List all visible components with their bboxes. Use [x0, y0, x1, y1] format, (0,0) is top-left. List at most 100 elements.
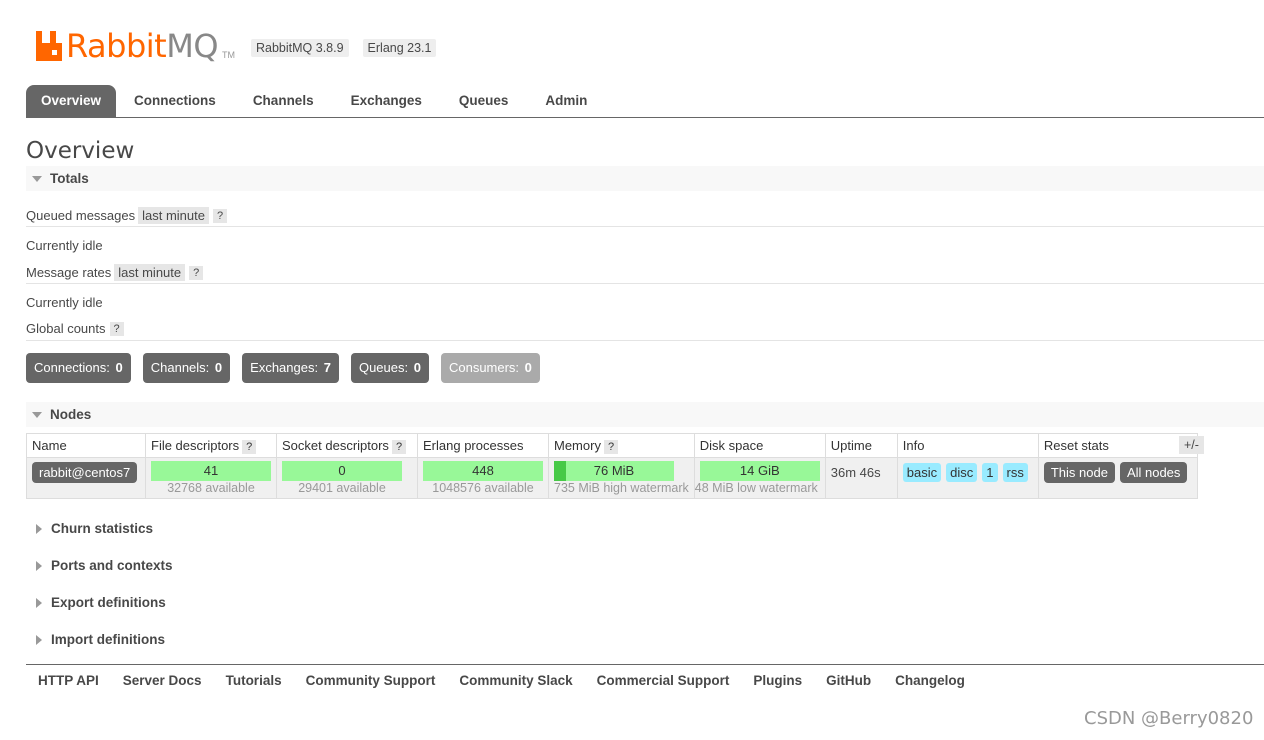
- expanded-triangle-icon: [32, 175, 42, 182]
- queued-range-selector[interactable]: last minute: [138, 207, 209, 224]
- column-header-reset-stats: Reset stats: [1037, 433, 1199, 458]
- footer-links: HTTP API Server Docs Tutorials Community…: [38, 673, 989, 688]
- footer-link-commercial-support[interactable]: Commercial Support: [597, 673, 730, 688]
- memory-help-button[interactable]: ?: [603, 440, 619, 454]
- reset-all-nodes-button[interactable]: All nodes: [1119, 462, 1188, 483]
- tab-admin[interactable]: Admin: [526, 85, 606, 117]
- footer-link-tutorials[interactable]: Tutorials: [226, 673, 282, 688]
- uptime-value: 36m 46s: [830, 465, 881, 480]
- logo-trademark: TM: [222, 50, 235, 60]
- disk-space-bar: 14 GiB: [699, 461, 820, 481]
- socket-descriptors-bar: 0: [282, 461, 402, 481]
- tab-overview[interactable]: Overview: [26, 85, 117, 117]
- memory-bar: 76 MiB: [554, 461, 674, 481]
- global-counts-label: Global counts: [26, 321, 106, 336]
- tab-channels[interactable]: Channels: [234, 85, 333, 117]
- footer-link-changelog[interactable]: Changelog: [895, 673, 965, 688]
- column-header-name: Name: [26, 433, 146, 458]
- socket-descriptors-cell: 0 29401 available: [276, 457, 418, 499]
- info-cell: basic disc 1 rss: [896, 457, 1039, 499]
- queued-status: Currently idle: [26, 238, 103, 253]
- node-name-link[interactable]: rabbit@centos7: [32, 462, 138, 483]
- info-tag-count: 1: [982, 463, 998, 482]
- tab-connections[interactable]: Connections: [115, 85, 235, 117]
- global-counts: Connections: 0 Channels: 0 Exchanges: 7 …: [26, 353, 552, 383]
- column-header-file-descriptors: File descriptors?: [145, 433, 277, 458]
- import-definitions-toggle[interactable]: Import definitions: [26, 632, 165, 647]
- disk-space-cell: 14 GiB 48 MiB low watermark: [693, 457, 826, 499]
- nodes-heading: Nodes: [50, 407, 92, 422]
- erlang-processes-cell: 448 1048576 available: [417, 457, 549, 499]
- logo-text: RabbitMQ: [66, 27, 218, 65]
- queued-messages-row: Queued messages last minute ?: [26, 207, 228, 224]
- consumers-count-button[interactable]: Consumers: 0: [440, 353, 540, 383]
- totals-section-toggle[interactable]: Totals: [26, 166, 1264, 191]
- collapsed-triangle-icon: [36, 597, 42, 608]
- rates-status: Currently idle: [26, 295, 103, 310]
- rabbitmq-version-badge: RabbitMQ 3.8.9: [251, 39, 349, 57]
- connections-count-button[interactable]: Connections: 0: [26, 353, 131, 383]
- file-descriptors-bar: 41: [151, 461, 271, 481]
- nodes-section-toggle[interactable]: Nodes: [26, 402, 1264, 427]
- collapsed-triangle-icon: [36, 523, 42, 534]
- footer-divider: [26, 664, 1264, 665]
- column-header-erlang-processes: Erlang processes: [417, 433, 549, 458]
- node-name-cell: rabbit@centos7: [26, 457, 146, 499]
- memory-high-watermark: 735 MiB high watermark: [554, 481, 689, 495]
- file-descriptors-available: 32768 available: [167, 481, 255, 495]
- queued-help-button[interactable]: ?: [213, 208, 228, 223]
- column-toggle-button[interactable]: +/-: [1179, 436, 1204, 454]
- message-rates-row: Message rates last minute ?: [26, 264, 204, 281]
- footer-link-http-api[interactable]: HTTP API: [38, 673, 99, 688]
- churn-statistics-toggle[interactable]: Churn statistics: [26, 521, 153, 536]
- global-counts-row: Global counts ?: [26, 321, 124, 336]
- tab-queues[interactable]: Queues: [440, 85, 528, 117]
- memory-bar-fill: [554, 461, 566, 481]
- table-row: rabbit@centos7 41 32768 available 0 2940…: [26, 457, 1199, 499]
- column-header-memory: Memory?: [548, 433, 695, 458]
- memory-cell: 76 MiB 735 MiB high watermark: [548, 457, 695, 499]
- info-tag-rss: rss: [1002, 463, 1028, 482]
- collapsed-triangle-icon: [36, 560, 42, 571]
- file-descriptors-help-button[interactable]: ?: [242, 440, 257, 454]
- queues-count-button[interactable]: Queues: 0: [350, 353, 429, 383]
- socket-descriptors-help-button[interactable]: ?: [391, 440, 407, 454]
- table-header-row: Name File descriptors? Socket descriptor…: [26, 433, 1199, 458]
- column-header-socket-descriptors: Socket descriptors?: [276, 433, 418, 458]
- ports-and-contexts-toggle[interactable]: Ports and contexts: [26, 558, 173, 573]
- footer-link-community-support[interactable]: Community Support: [306, 673, 436, 688]
- expanded-triangle-icon: [32, 411, 42, 418]
- page-title: Overview: [26, 138, 135, 164]
- footer-link-server-docs[interactable]: Server Docs: [123, 673, 202, 688]
- reset-stats-cell: This node All nodes: [1037, 457, 1199, 499]
- global-counts-help-button[interactable]: ?: [109, 321, 124, 336]
- erlang-processes-available: 1048576 available: [432, 481, 534, 495]
- info-tag-disc: disc: [946, 463, 978, 482]
- rabbitmq-logo-icon: [36, 31, 64, 61]
- main-tabs: Overview Connections Channels Exchanges …: [26, 85, 1264, 118]
- footer-link-github[interactable]: GitHub: [826, 673, 871, 688]
- header: RabbitMQ TM RabbitMQ 3.8.9 Erlang 23.1: [36, 26, 437, 66]
- divider: [26, 226, 1264, 227]
- rabbitmq-logo[interactable]: RabbitMQ TM: [36, 30, 235, 62]
- rates-help-button[interactable]: ?: [189, 265, 204, 280]
- channels-count-button[interactable]: Channels: 0: [142, 353, 231, 383]
- footer-link-community-slack[interactable]: Community Slack: [459, 673, 572, 688]
- uptime-cell: 36m 46s: [824, 457, 898, 499]
- tab-exchanges[interactable]: Exchanges: [332, 85, 441, 117]
- collapsed-triangle-icon: [36, 634, 42, 645]
- message-rates-label: Message rates: [26, 265, 112, 280]
- file-descriptors-cell: 41 32768 available: [145, 457, 277, 499]
- rates-range-selector[interactable]: last minute: [114, 264, 186, 281]
- divider: [26, 340, 1264, 341]
- footer-link-plugins[interactable]: Plugins: [753, 673, 802, 688]
- divider: [26, 283, 1264, 284]
- column-header-uptime: Uptime: [824, 433, 898, 458]
- nodes-table: Name File descriptors? Socket descriptor…: [26, 433, 1199, 499]
- exchanges-count-button[interactable]: Exchanges: 7: [242, 353, 339, 383]
- reset-this-node-button[interactable]: This node: [1043, 462, 1115, 483]
- watermark-text: CSDN @Berry0820: [1084, 708, 1254, 729]
- erlang-version-badge: Erlang 23.1: [362, 39, 437, 57]
- export-definitions-toggle[interactable]: Export definitions: [26, 595, 166, 610]
- erlang-processes-bar: 448: [423, 461, 543, 481]
